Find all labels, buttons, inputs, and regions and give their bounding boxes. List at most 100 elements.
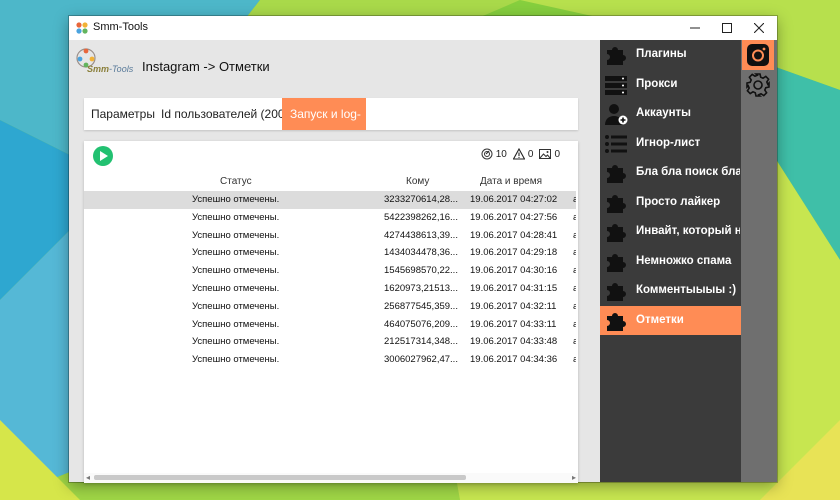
cell-date: 19.06.2017 04:27:02 xyxy=(470,194,558,205)
log-table: Успешно отмечены. 3233270614,28... 19.06.2… xyxy=(84,191,576,473)
cell-to: 3233270614,28... xyxy=(384,194,458,205)
cell-to: 3006027962,47... xyxy=(384,354,458,366)
window-title: Smm-Tools xyxy=(93,21,149,33)
logo-suffix: -Tools xyxy=(109,64,134,74)
puzzle-icon xyxy=(607,194,626,213)
tab-launch-log[interactable]: Запуск и log-list xyxy=(282,98,366,153)
cell-status: Успешно отмечены. xyxy=(192,211,280,223)
minimize-icon xyxy=(690,27,700,29)
instagram-icon xyxy=(747,44,769,66)
table-row[interactable]: Успешно отмечены. 5422398262,16... 19.06.2… xyxy=(84,209,576,227)
table-row[interactable]: Успешно отмечены. 464075076,209... 19.06.2… xyxy=(84,316,576,334)
target-check-icon xyxy=(481,148,493,160)
user-add-icon xyxy=(605,104,628,125)
table-row[interactable]: Успешно отмечены. 212517314,348... 19.06.2… xyxy=(84,333,576,351)
sidebar-item-tags[interactable]: Отметки xyxy=(600,305,741,335)
stats-bar: 10 0 0 xyxy=(481,148,560,160)
table-row[interactable]: Успешно отмечены. 1434034478,36... 19.06.2… xyxy=(84,244,576,262)
cell-to: 1620973,21513... xyxy=(384,282,458,294)
scrollbar-thumb[interactable] xyxy=(94,475,466,480)
sidebar-item-proxies[interactable]: Прокси xyxy=(600,70,741,100)
title-bar[interactable]: Smm-Tools xyxy=(69,16,777,40)
logo-text: Smm-Tools xyxy=(87,64,133,74)
cell-date: 19.06.2017 04:28:41 xyxy=(470,229,558,241)
tab-bar: Параметры Id пользователей (2000) Запуск… xyxy=(84,98,578,153)
table-row[interactable]: Успешно отмечены. 4274438613,39... 19.06.2… xyxy=(84,227,576,245)
puzzle-icon xyxy=(607,253,626,272)
cell-status: Успешно отмечены. xyxy=(192,300,280,312)
column-header-date[interactable]: Дата и время xyxy=(480,176,542,187)
cell-to: 5422398262,16... xyxy=(384,211,458,223)
table-row[interactable]: Успешно отмечены. 3233270614,28... 19.06.2… xyxy=(84,191,576,209)
warnings-count: 0 xyxy=(527,148,534,160)
horizontal-scrollbar[interactable]: ◂ ▸ xyxy=(84,473,578,483)
app-logo: Smm-Tools xyxy=(75,47,133,79)
cell-status: Успешно отмечены. xyxy=(192,247,280,259)
tab-parameters[interactable]: Параметры xyxy=(84,98,162,130)
cell-status: Успешно отмечены. xyxy=(192,318,280,330)
rail-item-instagram[interactable] xyxy=(742,40,774,70)
column-header-to[interactable]: Кому xyxy=(406,176,429,187)
sidebar-item-label: Комментыыыы :) xyxy=(636,284,737,296)
column-header-status[interactable]: Статус xyxy=(220,176,252,187)
page-title: Instagram -> Отметки xyxy=(142,59,270,74)
table-row[interactable]: Успешно отмечены. 3006027962,47... 19.06.2… xyxy=(84,351,576,369)
sidebar-item-label: Аккаунты xyxy=(636,107,692,119)
cell-date: 19.06.2017 04:31:15 xyxy=(470,282,558,294)
server-icon xyxy=(605,75,627,95)
sidebar-item-label: Прокси xyxy=(636,77,678,90)
cell-extra: a xyxy=(573,247,576,259)
cell-to: 256877545,359... xyxy=(384,300,458,312)
main-content: Smm-Tools Instagram -> Отметки Параметры… xyxy=(69,40,600,483)
play-button[interactable] xyxy=(93,146,113,166)
cell-extra: a xyxy=(573,229,576,241)
warning-icon xyxy=(512,148,525,160)
puzzle-icon xyxy=(607,312,626,331)
tab-user-ids[interactable]: Id пользователей (2000) xyxy=(154,98,302,130)
maximize-button[interactable] xyxy=(711,16,743,40)
sidebar-item-ignore-list[interactable]: Игнор-лист xyxy=(600,129,741,159)
sidebar-item-spam[interactable]: Немножко спама xyxy=(600,247,741,277)
cell-extra: a xyxy=(573,354,576,366)
cell-to: 464075076,209... xyxy=(384,318,458,330)
maximize-icon xyxy=(722,23,732,33)
cell-status: Успешно отмечены. xyxy=(192,265,280,277)
app-window: Smm-Tools Smm-Tools Instagram -> Отметки… xyxy=(69,16,777,483)
cell-date: 19.06.2017 04:29:18 xyxy=(470,247,558,259)
sidebar-item-comments[interactable]: Комментыыыы :) xyxy=(600,276,741,306)
table-row[interactable]: Успешно отмечены. 256877545,359... 19.06.2… xyxy=(84,298,576,316)
cell-extra: a xyxy=(573,336,576,348)
log-panel: 10 0 0 Статус Кому Дата и время Успешно … xyxy=(84,141,578,483)
sidebar: Плагины Прокси Аккаунты Игнор-лист Бла б… xyxy=(600,40,741,482)
list-icon xyxy=(605,134,627,153)
close-button[interactable] xyxy=(743,16,775,40)
cell-extra: a xyxy=(573,194,576,205)
sidebar-item-accounts[interactable]: Аккаунты xyxy=(600,99,741,129)
sidebar-item-invite[interactable]: Инвайт, который не xyxy=(600,217,741,247)
table-header: Статус Кому Дата и время xyxy=(84,173,576,191)
cell-status: Успешно отмечены. xyxy=(192,194,280,205)
cell-extra: a xyxy=(573,282,576,294)
sidebar-item-label: Бла бла поиск бла xyxy=(636,166,740,178)
gear-icon[interactable] xyxy=(745,72,771,98)
cell-date: 19.06.2017 04:30:16 xyxy=(470,265,558,277)
scroll-left-icon[interactable]: ◂ xyxy=(86,473,90,483)
cell-extra: a xyxy=(573,211,576,223)
sidebar-item-liker[interactable]: Просто лайкер xyxy=(600,188,741,218)
cell-date: 19.06.2017 04:34:36 xyxy=(470,354,558,366)
cell-to: 212517314,348... xyxy=(384,336,458,348)
sidebar-item-plugins[interactable]: Плагины xyxy=(600,40,741,70)
cell-date: 19.06.2017 04:32:11 xyxy=(470,300,557,312)
cell-extra: a xyxy=(573,300,576,312)
sidebar-item-label: Плагины xyxy=(636,48,687,60)
puzzle-icon xyxy=(607,224,626,242)
table-row[interactable]: Успешно отмечены. 1545698570,22... 19.06.2… xyxy=(84,262,576,280)
cell-date: 19.06.2017 04:33:11 xyxy=(470,318,557,330)
minimize-button[interactable] xyxy=(679,16,711,40)
puzzle-icon xyxy=(607,165,626,183)
cell-to: 1545698570,22... xyxy=(384,265,458,277)
sidebar-item-search[interactable]: Бла бла поиск бла xyxy=(600,158,741,188)
tasks-count: 10 xyxy=(495,148,507,160)
scroll-right-icon[interactable]: ▸ xyxy=(572,473,576,483)
table-row[interactable]: Успешно отмечены. 1620973,21513... 19.06.2… xyxy=(84,280,576,298)
